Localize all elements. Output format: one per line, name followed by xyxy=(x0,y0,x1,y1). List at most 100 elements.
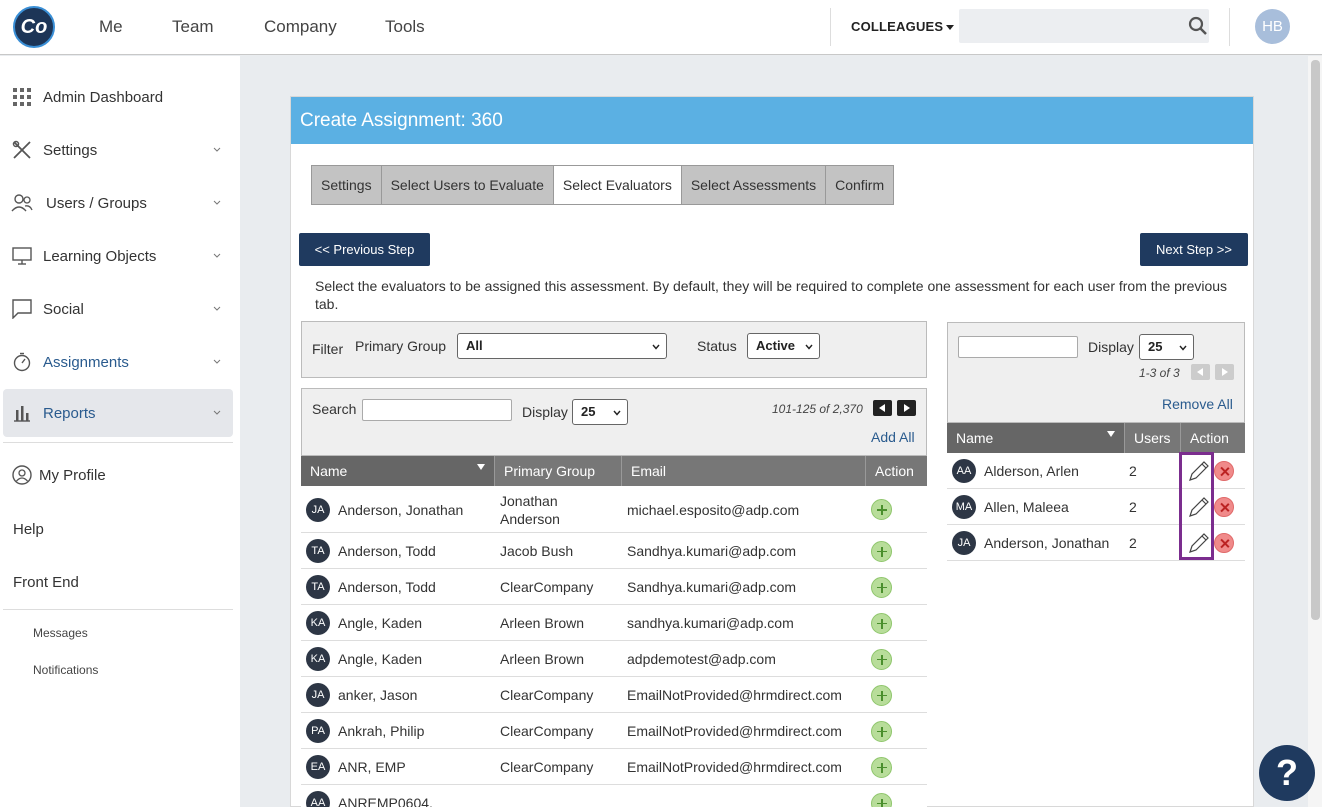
sidebar-item-reports[interactable]: Reports xyxy=(3,389,233,437)
sidebar-item-label: My Profile xyxy=(39,466,106,484)
sidebar-item-users-groups[interactable]: Users / Groups xyxy=(3,179,233,227)
nav-company[interactable]: Company xyxy=(264,17,337,37)
avatar: KA xyxy=(306,647,330,671)
selected-display-select[interactable]: 25 xyxy=(1139,334,1194,360)
action-cell xyxy=(871,713,892,749)
remove-icon[interactable] xyxy=(1214,497,1234,517)
col-users[interactable]: Users xyxy=(1125,423,1181,453)
nav-team[interactable]: Team xyxy=(172,17,214,37)
evaluator-name: Angle, Kaden xyxy=(338,651,423,667)
prev-page-button[interactable] xyxy=(873,400,892,416)
sidebar-item-learning-objects[interactable]: Learning Objects xyxy=(3,232,233,280)
avatar: JA xyxy=(306,497,330,522)
email-cell: adpdemotest@adp.com xyxy=(627,651,776,667)
action-cell xyxy=(871,533,892,569)
tab-select-evaluators[interactable]: Select Evaluators xyxy=(553,166,682,204)
group-cell: Arleen Brown xyxy=(500,615,585,631)
status-label: Status xyxy=(697,338,737,354)
col-name-label: Name xyxy=(956,430,994,446)
action-cell xyxy=(871,785,892,807)
sidebar-item-notifications[interactable]: Notifications xyxy=(33,663,98,677)
stopwatch-icon xyxy=(11,351,33,373)
sidebar-divider xyxy=(3,609,233,610)
sidebar-divider xyxy=(3,442,233,443)
nav-me[interactable]: Me xyxy=(99,17,123,37)
add-icon[interactable] xyxy=(871,612,892,634)
company-logo[interactable]: Co xyxy=(13,6,55,48)
help-button[interactable]: ? xyxy=(1259,745,1315,801)
tab-confirm[interactable]: Confirm xyxy=(826,166,894,204)
group-cell: Jonathan Anderson xyxy=(500,492,560,527)
nav-tools[interactable]: Tools xyxy=(385,17,425,37)
name-cell: JA Anderson, Jonathan xyxy=(306,486,463,533)
tab-select-users[interactable]: Select Users to Evaluate xyxy=(381,166,554,204)
sidebar-item-assignments[interactable]: Assignments xyxy=(3,338,233,386)
add-icon[interactable] xyxy=(871,756,892,778)
next-page-button[interactable] xyxy=(897,400,916,416)
tab-settings[interactable]: Settings xyxy=(312,166,382,204)
page-scrollbar-thumb[interactable] xyxy=(1311,60,1320,620)
triangle-left-icon xyxy=(879,404,885,412)
remove-icon[interactable] xyxy=(1214,461,1234,481)
colleagues-dropdown[interactable]: COLLEAGUES xyxy=(851,19,955,34)
evaluator-name: Anderson, Todd xyxy=(338,579,436,595)
next-step-button[interactable]: Next Step >> xyxy=(1140,233,1248,266)
email-cell: sandhya.kumari@adp.com xyxy=(627,615,794,631)
col-name[interactable]: Name xyxy=(301,456,495,486)
selected-evaluators-controls: Display 25 1-3 of 3 Remove All xyxy=(947,322,1245,423)
users-cell: 2 xyxy=(1129,535,1137,551)
table-row: EA ANR, EMP ClearCompany EmailNotProvided… xyxy=(301,749,927,785)
add-all-link[interactable]: Add All xyxy=(871,429,915,445)
action-cell xyxy=(871,677,892,713)
sidebar-item-settings[interactable]: Settings xyxy=(3,126,233,174)
evaluator-name: Anderson, Todd xyxy=(338,543,436,559)
table-row: PA Ankrah, Philip ClearCompany EmailNotPr… xyxy=(301,713,927,749)
sidebar-item-admin-dashboard[interactable]: Admin Dashboard xyxy=(3,73,233,121)
sidebar-item-front-end[interactable]: Front End xyxy=(13,574,79,591)
add-icon[interactable] xyxy=(871,499,892,520)
add-icon[interactable] xyxy=(871,792,892,807)
available-table-header: Name Primary Group Email Action xyxy=(301,456,927,486)
evaluator-search-input[interactable] xyxy=(362,399,512,421)
sidebar-item-social[interactable]: Social xyxy=(3,285,233,333)
avatar: JA xyxy=(952,531,976,555)
avatar: KA xyxy=(306,611,330,635)
remove-all-link[interactable]: Remove All xyxy=(1162,396,1233,412)
tab-select-assessments[interactable]: Select Assessments xyxy=(681,166,827,204)
selected-prev-page-button[interactable] xyxy=(1191,364,1210,380)
sidebar-item-help[interactable]: Help xyxy=(13,521,44,538)
user-avatar[interactable]: HB xyxy=(1255,9,1290,44)
sidebar-item-label: Users / Groups xyxy=(46,194,147,212)
sidebar-item-my-profile[interactable]: My Profile xyxy=(3,451,233,499)
add-icon[interactable] xyxy=(871,648,892,670)
display-count-select[interactable]: 25 xyxy=(572,399,628,425)
chevron-down-icon xyxy=(213,147,221,152)
add-icon[interactable] xyxy=(871,684,892,706)
global-search-input[interactable] xyxy=(959,9,1209,43)
triangle-right-icon xyxy=(904,404,910,412)
selected-pager-range: 1-3 of 3 xyxy=(1139,366,1180,380)
action-cell xyxy=(871,486,892,533)
add-icon[interactable] xyxy=(871,720,892,742)
sidebar-item-messages[interactable]: Messages xyxy=(33,626,88,640)
add-icon[interactable] xyxy=(871,540,892,562)
primary-group-label: Primary Group xyxy=(355,338,447,354)
col-name[interactable]: Name xyxy=(947,423,1125,453)
remove-icon[interactable] xyxy=(1214,533,1234,553)
available-evaluators-controls: Search Display 25 101-125 of 2,370 Add A… xyxy=(301,388,927,456)
col-action: Action xyxy=(1181,423,1245,453)
selected-search-input[interactable] xyxy=(958,336,1078,358)
col-primary-group[interactable]: Primary Group xyxy=(495,456,622,486)
selected-next-page-button[interactable] xyxy=(1215,364,1234,380)
search-icon[interactable] xyxy=(1188,16,1208,36)
chevron-down-icon xyxy=(213,306,221,311)
status-select[interactable]: Active xyxy=(747,333,820,359)
edit-column-highlight xyxy=(1179,452,1214,560)
filter-label: Filter xyxy=(312,341,344,357)
primary-group-select[interactable]: All xyxy=(457,333,667,359)
add-icon[interactable] xyxy=(871,576,892,598)
remove-cell xyxy=(1214,489,1234,525)
previous-step-button[interactable]: << Previous Step xyxy=(299,233,430,266)
col-email[interactable]: Email xyxy=(622,456,866,486)
evaluator-name: anker, Jason xyxy=(338,687,418,703)
